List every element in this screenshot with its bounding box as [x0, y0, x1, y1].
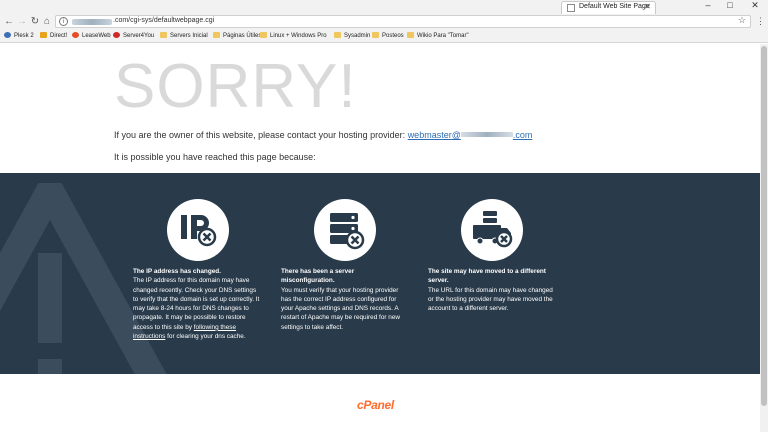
page-scrollbar[interactable]	[760, 44, 768, 432]
browser-toolbar: ← → ↻ ⌂ i .com/cgi-sys/defaultwebpage.cg…	[0, 14, 768, 30]
address-bar[interactable]: i .com/cgi-sys/defaultwebpage.cgi ☆	[55, 15, 751, 28]
minimize-button[interactable]: –	[700, 0, 716, 10]
reason-title: The IP address has changed.	[133, 268, 221, 275]
url-redacted-domain	[72, 19, 112, 25]
reason-ip-changed: The IP address has changed. The IP addre…	[133, 268, 260, 341]
bookmark-servers-inicial[interactable]: Servers Inicial	[160, 31, 208, 42]
bookmark-star-icon[interactable]: ☆	[738, 15, 746, 26]
forward-arrow-icon[interactable]: →	[16, 15, 28, 28]
email-redacted-domain	[460, 132, 513, 137]
folder-icon	[260, 32, 267, 38]
bookmarks-bar: Plesk 2 Direct! LeaseWeb Server4You Serv…	[0, 30, 768, 43]
site-moved-circle	[461, 199, 523, 261]
bookmark-plesk[interactable]: Plesk 2	[4, 31, 34, 42]
page-heading: SORRY!	[114, 52, 357, 121]
maximize-button[interactable]: □	[722, 0, 738, 10]
reason-title: There has been a server misconfiguration…	[281, 268, 355, 285]
bookmark-paginas-utiles[interactable]: Páginas Útiles	[213, 31, 261, 42]
page-favicon-icon	[567, 4, 575, 12]
cpanel-logo: cPanel	[357, 398, 394, 412]
folder-icon	[372, 32, 379, 38]
server-misconfig-circle	[314, 199, 376, 261]
ip-x-icon	[181, 215, 217, 247]
server4you-icon	[113, 32, 120, 38]
home-icon[interactable]: ⌂	[41, 15, 53, 28]
owner-contact-text: If you are the owner of this website, pl…	[114, 130, 533, 140]
back-arrow-icon[interactable]: ←	[3, 15, 15, 28]
reason-site-moved: The site may have moved to a different s…	[428, 267, 556, 313]
tab-close-icon[interactable]: ✕	[644, 2, 651, 11]
reason-title: The site may have moved to a different s…	[428, 268, 546, 285]
browser-menu-icon[interactable]: ⋮	[756, 16, 765, 27]
folder-icon	[334, 32, 341, 38]
bookmark-server4you[interactable]: Server4You	[113, 31, 154, 42]
server-x-icon	[330, 213, 365, 250]
direct-icon	[40, 32, 47, 38]
close-window-button[interactable]: ✕	[747, 0, 763, 11]
ip-changed-circle	[167, 199, 229, 261]
browser-tab[interactable]: Default Web Site Page ✕	[561, 1, 656, 14]
webmaster-email-link[interactable]: webmaster@ .com	[408, 130, 533, 140]
bookmark-linux-windows[interactable]: Linux + Windows Pro	[260, 31, 327, 42]
folder-icon	[160, 32, 167, 38]
folder-icon	[407, 32, 414, 38]
bookmark-posteos[interactable]: Posteos	[372, 31, 404, 42]
plesk-icon	[4, 32, 11, 38]
reload-icon[interactable]: ↻	[29, 15, 41, 28]
url-text: .com/cgi-sys/defaultwebpage.cgi	[113, 17, 215, 24]
leaseweb-icon	[72, 32, 79, 38]
reasons-section: The IP address has changed. The IP addre…	[0, 173, 768, 374]
bookmark-direct[interactable]: Direct!	[40, 31, 67, 42]
scrollbar-thumb[interactable]	[761, 46, 767, 406]
tab-title: Default Web Site Page	[579, 3, 650, 10]
bookmark-sysadmin[interactable]: Sysadmin	[334, 31, 370, 42]
bookmark-wikio[interactable]: Wikio Para "Tomar"	[407, 31, 469, 42]
browser-titlebar: Default Web Site Page ✕ – □ ✕	[0, 0, 768, 14]
info-icon[interactable]: i	[59, 17, 68, 26]
bookmark-leaseweb[interactable]: LeaseWeb	[72, 31, 111, 42]
folder-icon	[213, 32, 220, 38]
reason-server-misconfig: There has been a server misconfiguration…	[281, 267, 409, 332]
moving-truck-icon	[473, 211, 513, 248]
reason-intro-text: It is possible you have reached this pag…	[114, 152, 316, 162]
